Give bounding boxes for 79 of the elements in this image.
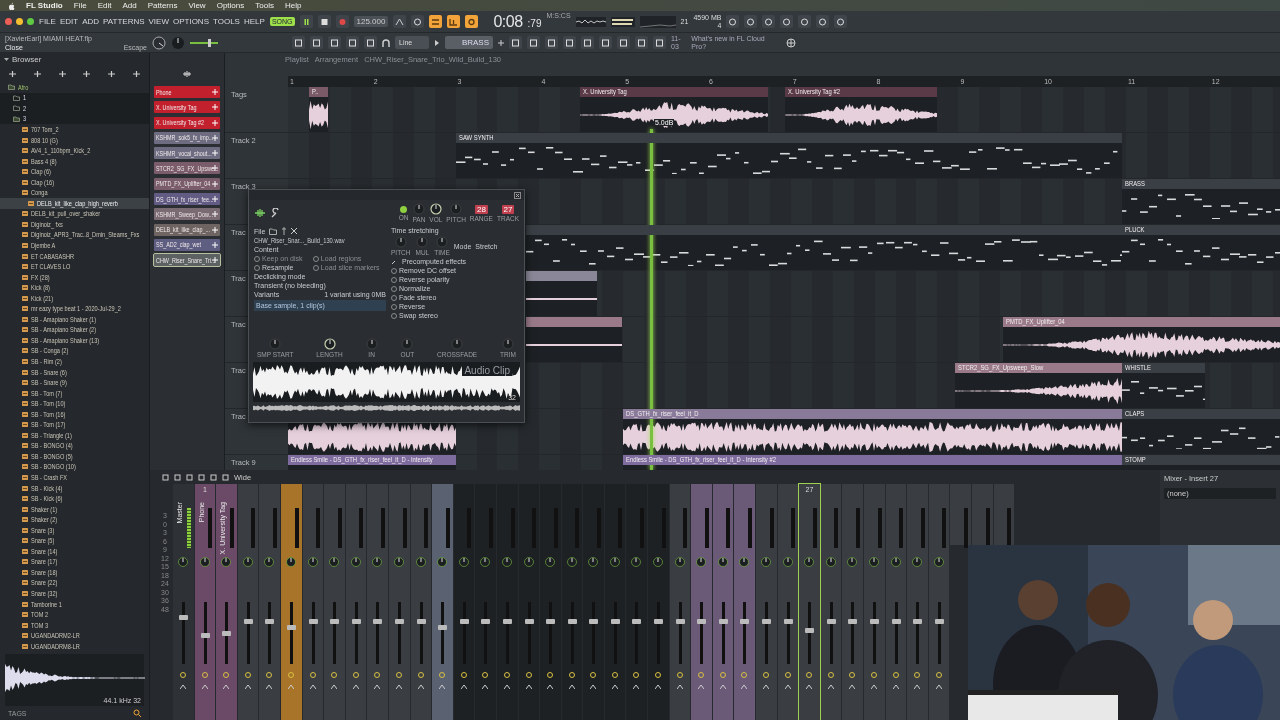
menu-item[interactable]: HELP xyxy=(243,17,265,26)
browser-item[interactable]: UGANDADRM2-LR xyxy=(0,630,149,641)
browser-item[interactable]: Snare (22) xyxy=(0,577,149,589)
tempo-display[interactable]: 125.000 xyxy=(353,16,389,27)
browser-item[interactable]: Clap (6) xyxy=(0,166,149,177)
browser-item[interactable]: Kick (8) xyxy=(0,282,149,293)
value-display[interactable]: 27 xyxy=(501,204,515,214)
browser-item[interactable]: 2 xyxy=(0,103,149,114)
browser-item[interactable]: Djembe A xyxy=(0,240,149,251)
menu-item[interactable]: VIEW xyxy=(148,17,169,26)
browser-item[interactable]: Snare (18) xyxy=(0,567,149,578)
browser-item[interactable]: Tamborine 1 xyxy=(0,598,149,610)
browser-item[interactable]: SB - Kick (6) xyxy=(0,493,149,504)
browser-item[interactable]: Diginoiz_APR3_Trac..8_Dmin_Steams_Fxs xyxy=(0,229,149,241)
browser-item[interactable]: SB - Tom (17) xyxy=(0,419,149,431)
time-display: 0:08 xyxy=(493,12,523,31)
pattern-selector[interactable]: BRASS xyxy=(445,36,493,49)
browser-item[interactable]: Shaker (2) xyxy=(0,514,149,525)
browser-item[interactable]: mr eazy type beat 1 - 2020-Jul-29_2 xyxy=(0,303,149,315)
browser-item[interactable]: SB - Snare (6) xyxy=(0,366,149,378)
app-menu[interactable]: FL Studio xyxy=(26,1,63,10)
browser-item[interactable]: Diginoiz_ fxs xyxy=(0,219,149,230)
menu-item[interactable]: OPTIONS xyxy=(172,17,209,26)
browser-item[interactable]: SB - Conga (2) xyxy=(0,345,149,357)
browser-item[interactable]: FX (28) xyxy=(0,271,149,283)
browser-item[interactable]: SB - Tom (16) xyxy=(0,408,149,420)
browser-title: Browser xyxy=(12,55,42,64)
browser-item[interactable]: DELB_kit_pull_over_shaker xyxy=(0,208,149,220)
browser-item[interactable]: SB - Kick (4) xyxy=(0,482,149,494)
menu-item[interactable]: PATTERNS xyxy=(103,17,145,26)
browser-item[interactable]: SB - Tom (10) xyxy=(0,398,149,409)
browser-item[interactable]: SB - Rim (2) xyxy=(0,356,149,367)
menu-item[interactable]: TOOLS xyxy=(213,17,240,26)
browser-item[interactable]: SB - Crash FX xyxy=(0,472,149,483)
menu-item[interactable]: Patterns xyxy=(147,1,178,10)
browser-item[interactable]: SB - Triangle (1) xyxy=(0,430,149,441)
menu-item[interactable]: Add xyxy=(122,1,137,10)
menu-item[interactable]: Tools xyxy=(255,1,274,10)
menu-item[interactable]: FILE xyxy=(39,17,56,26)
menu-item[interactable]: View xyxy=(188,1,206,10)
browser-item[interactable]: Clap (16) xyxy=(0,176,149,188)
menu-item[interactable]: Help xyxy=(284,1,302,10)
menu-item[interactable]: EDIT xyxy=(59,17,79,26)
browser-item[interactable]: Bass 4 (8) xyxy=(0,155,149,167)
browser-item[interactable]: SB - BONGO (10) xyxy=(0,461,149,473)
browser-item[interactable]: Snare (3) xyxy=(0,524,149,536)
browser-item[interactable]: Snare (5) xyxy=(0,535,149,547)
menu-item[interactable]: Edit xyxy=(97,1,112,10)
browser-item[interactable]: SB - BONGO (4) xyxy=(0,440,149,452)
browser-item[interactable]: Snare (32) xyxy=(0,588,149,599)
browser-item[interactable]: Kick (21) xyxy=(0,292,149,304)
browser-item[interactable]: DELB_kit_like_clap_high_reverb xyxy=(0,198,149,209)
menu-item[interactable]: Options xyxy=(216,1,245,10)
browser-item[interactable]: Afro xyxy=(0,82,149,93)
browser-item[interactable]: SB - Tom (7) xyxy=(0,387,149,399)
browser-item[interactable]: Conga xyxy=(0,187,149,198)
browser-item[interactable]: Snare (14) xyxy=(0,546,149,557)
browser-item[interactable]: 3 xyxy=(0,113,149,125)
browser-item[interactable]: AV4_1_110bpm_Kick_2 xyxy=(0,145,149,156)
browser-item[interactable]: ET CLAVES LO xyxy=(0,261,149,272)
browser-item[interactable]: SB - Snare (9) xyxy=(0,377,149,388)
panel-watermark: Audio Clip xyxy=(462,365,512,376)
browser-item[interactable]: SB - Amapiano Shaker (13) xyxy=(0,335,149,346)
browser-item[interactable]: 1 xyxy=(0,92,149,104)
time-fraction: :79 xyxy=(527,18,542,29)
menu-item[interactable]: File xyxy=(73,1,87,10)
browser-item[interactable]: SB - Amapiano Shaker (1) xyxy=(0,314,149,325)
value-display[interactable]: 28 xyxy=(474,204,488,214)
menu-item[interactable]: ADD xyxy=(82,17,100,26)
browser-item[interactable]: Snare (17) xyxy=(0,556,149,568)
browser-item[interactable]: ET CABASASHR xyxy=(0,250,149,262)
browser-item[interactable]: SB - BONGO (5) xyxy=(0,451,149,462)
browser-item[interactable]: 808 10 (G) xyxy=(0,134,149,146)
browser-item[interactable]: UGANDADRM8-LR xyxy=(0,641,149,652)
browser-item[interactable]: Shaker (1) xyxy=(0,503,149,515)
browser-item[interactable]: 707 Tom_2 xyxy=(0,124,149,135)
browser-item[interactable]: SB - Amapiano Shaker (2) xyxy=(0,324,149,336)
browser-item[interactable]: TOM 3 xyxy=(0,619,149,631)
browser-item[interactable]: TOM 2 xyxy=(0,609,149,620)
